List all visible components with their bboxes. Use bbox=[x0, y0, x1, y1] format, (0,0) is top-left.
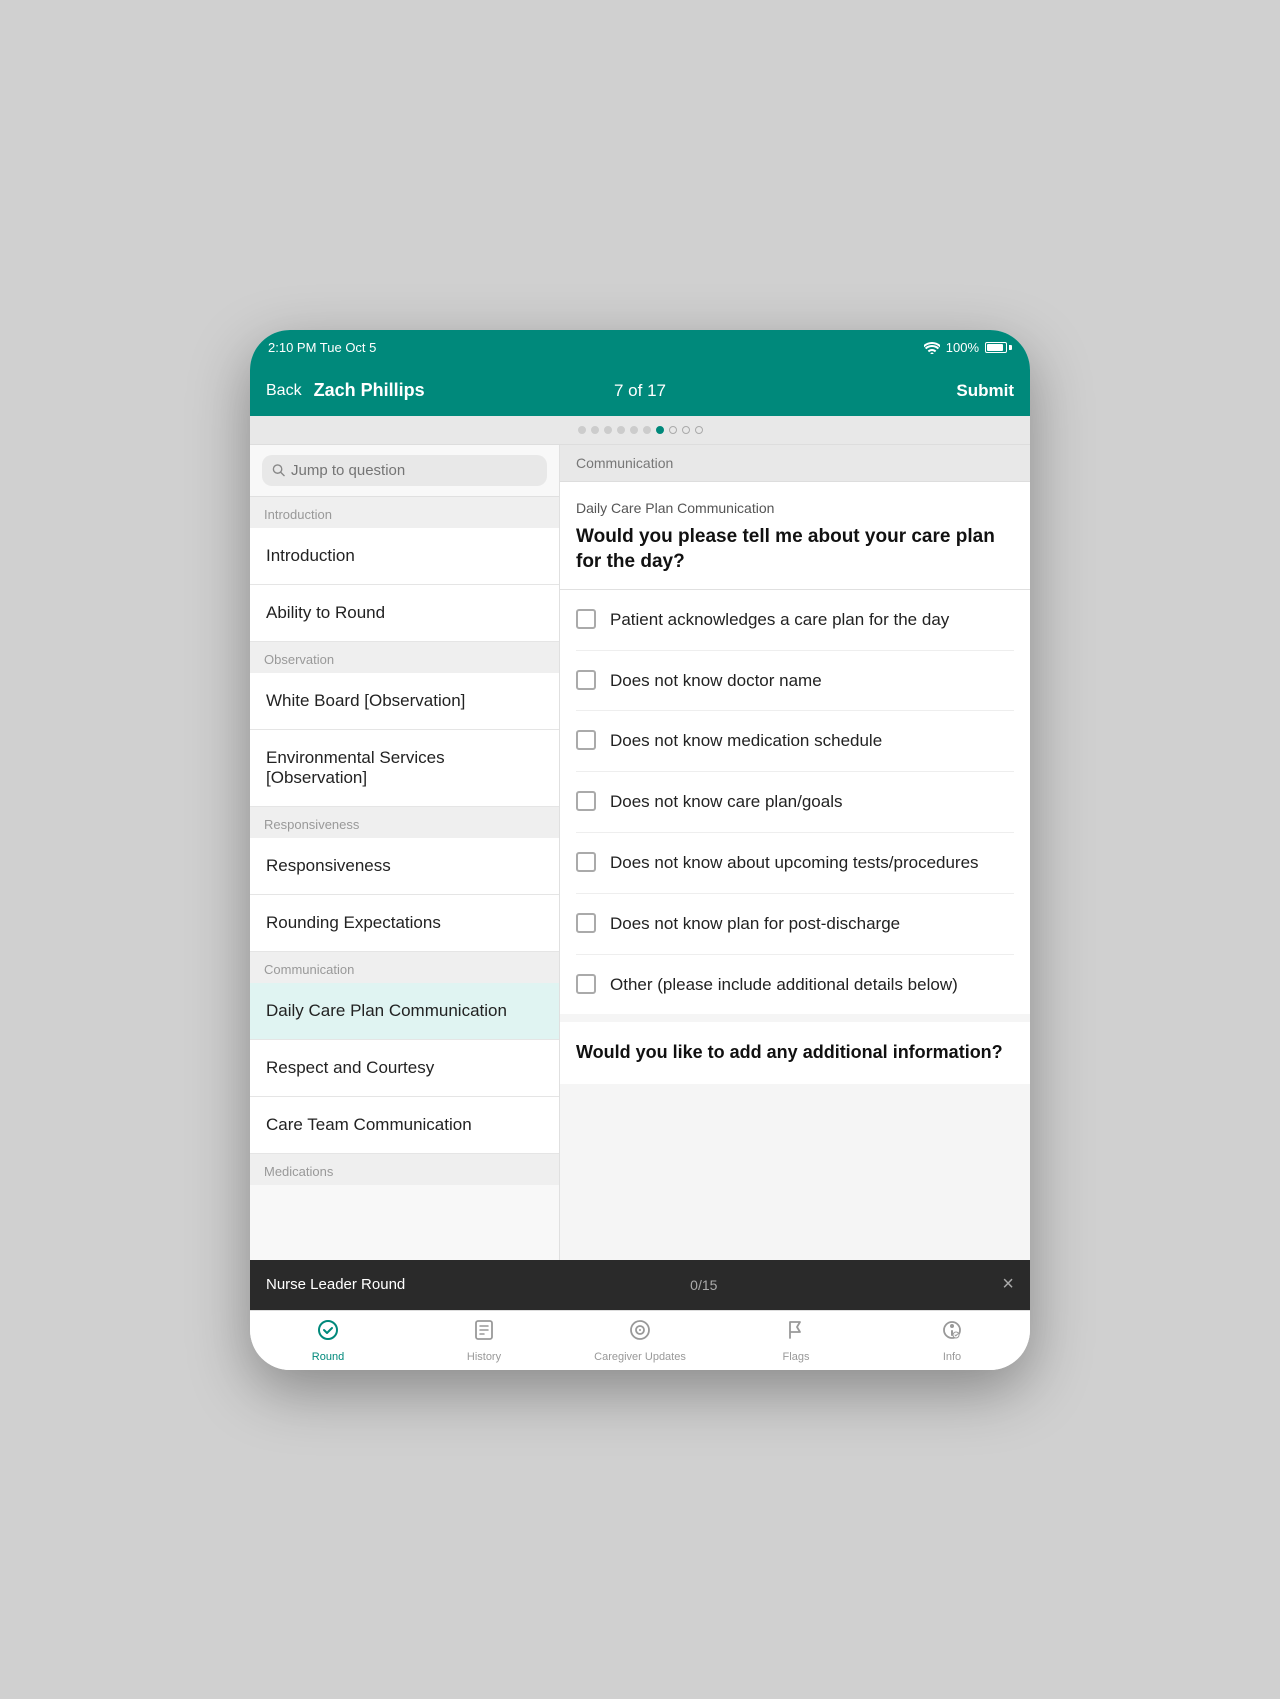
additional-title: Would you like to add any additional inf… bbox=[576, 1040, 1014, 1065]
dot-9 bbox=[682, 426, 690, 434]
dot-6 bbox=[643, 426, 651, 434]
status-bar: 2:10 PM Tue Oct 5 100% bbox=[250, 330, 1030, 366]
battery-icon bbox=[985, 342, 1012, 353]
right-panel: Communication Daily Care Plan Communicat… bbox=[560, 445, 1030, 1260]
tab-history[interactable]: History bbox=[406, 1311, 562, 1370]
bottom-bar: Nurse Leader Round 0/15 × bbox=[250, 1260, 1030, 1310]
history-icon bbox=[472, 1318, 496, 1348]
section-observation: Observation bbox=[250, 642, 559, 673]
additional-section: Would you like to add any additional inf… bbox=[560, 1022, 1030, 1083]
search-bar bbox=[250, 445, 559, 497]
status-right: 100% bbox=[924, 340, 1012, 355]
options-list: Patient acknowledges a care plan for the… bbox=[560, 590, 1030, 1015]
dot-3 bbox=[604, 426, 612, 434]
tab-round-label: Round bbox=[312, 1351, 344, 1363]
dot-8 bbox=[669, 426, 677, 434]
tab-flags-label: Flags bbox=[783, 1351, 810, 1363]
round-icon bbox=[316, 1318, 340, 1348]
sidebar-item-responsiveness[interactable]: Responsiveness bbox=[250, 838, 559, 895]
checkbox-2[interactable] bbox=[576, 670, 596, 690]
dot-4 bbox=[617, 426, 625, 434]
checkbox-5[interactable] bbox=[576, 852, 596, 872]
option-7[interactable]: Other (please include additional details… bbox=[576, 955, 1014, 1015]
option-4[interactable]: Does not know care plan/goals bbox=[576, 772, 1014, 833]
sidebar-item-daily-care-plan[interactable]: Daily Care Plan Communication bbox=[250, 983, 559, 1040]
dot-2 bbox=[591, 426, 599, 434]
search-icon bbox=[272, 463, 285, 477]
back-button[interactable]: Back bbox=[266, 382, 302, 400]
dot-5 bbox=[630, 426, 638, 434]
checkbox-1[interactable] bbox=[576, 609, 596, 629]
sidebar-item-ability-to-round[interactable]: Ability to Round bbox=[250, 585, 559, 642]
sidebar-item-white-board[interactable]: White Board [Observation] bbox=[250, 673, 559, 730]
checkbox-6[interactable] bbox=[576, 913, 596, 933]
sidebar-item-environmental-services[interactable]: Environmental Services [Observation] bbox=[250, 730, 559, 807]
device-frame: 2:10 PM Tue Oct 5 100% Back Zach Phillip… bbox=[250, 330, 1030, 1370]
main-content: Introduction Introduction Ability to Rou… bbox=[250, 445, 1030, 1260]
search-input[interactable] bbox=[291, 462, 537, 479]
option-2[interactable]: Does not know doctor name bbox=[576, 651, 1014, 712]
tab-caregiver-updates[interactable]: Caregiver Updates bbox=[562, 1311, 718, 1370]
sidebar-item-care-team-communication[interactable]: Care Team Communication bbox=[250, 1097, 559, 1154]
status-time: 2:10 PM Tue Oct 5 bbox=[268, 340, 376, 355]
option-3[interactable]: Does not know medication schedule bbox=[576, 711, 1014, 772]
battery-percentage: 100% bbox=[946, 340, 979, 355]
dot-10 bbox=[695, 426, 703, 434]
option-label-4: Does not know care plan/goals bbox=[610, 790, 842, 814]
tab-flags[interactable]: Flags bbox=[718, 1311, 874, 1370]
tab-history-label: History bbox=[467, 1351, 501, 1363]
sidebar-item-respect-courtesy[interactable]: Respect and Courtesy bbox=[250, 1040, 559, 1097]
progress-indicator: 7 of 17 bbox=[614, 381, 666, 401]
question-block: Daily Care Plan Communication Would you … bbox=[560, 482, 1030, 590]
round-count: 0/15 bbox=[690, 1277, 717, 1293]
option-label-3: Does not know medication schedule bbox=[610, 729, 882, 753]
round-label: Nurse Leader Round bbox=[266, 1276, 405, 1293]
checkbox-4[interactable] bbox=[576, 791, 596, 811]
question-category: Daily Care Plan Communication bbox=[576, 500, 1014, 516]
tab-caregiver-label: Caregiver Updates bbox=[594, 1351, 686, 1363]
caregiver-icon bbox=[628, 1318, 652, 1348]
wifi-icon bbox=[924, 342, 940, 354]
option-label-7: Other (please include additional details… bbox=[610, 973, 958, 997]
flags-icon bbox=[784, 1318, 808, 1348]
nav-bar: Back Zach Phillips 7 of 17 Submit bbox=[250, 366, 1030, 416]
tab-info[interactable]: Info bbox=[874, 1311, 1030, 1370]
tab-round[interactable]: Round bbox=[250, 1311, 406, 1370]
option-label-5: Does not know about upcoming tests/proce… bbox=[610, 851, 979, 875]
section-introduction: Introduction bbox=[250, 497, 559, 528]
dot-7 bbox=[656, 426, 664, 434]
option-5[interactable]: Does not know about upcoming tests/proce… bbox=[576, 833, 1014, 894]
section-communication: Communication bbox=[250, 952, 559, 983]
option-label-6: Does not know plan for post-discharge bbox=[610, 912, 900, 936]
tab-info-label: Info bbox=[943, 1351, 961, 1363]
search-wrapper[interactable] bbox=[262, 455, 547, 486]
sidebar: Introduction Introduction Ability to Rou… bbox=[250, 445, 560, 1260]
sidebar-item-introduction[interactable]: Introduction bbox=[250, 528, 559, 585]
close-button[interactable]: × bbox=[1002, 1273, 1014, 1296]
checkbox-3[interactable] bbox=[576, 730, 596, 750]
submit-button[interactable]: Submit bbox=[956, 381, 1014, 401]
option-label-1: Patient acknowledges a care plan for the… bbox=[610, 608, 949, 632]
option-1[interactable]: Patient acknowledges a care plan for the… bbox=[576, 590, 1014, 651]
option-6[interactable]: Does not know plan for post-discharge bbox=[576, 894, 1014, 955]
info-icon bbox=[940, 1318, 964, 1348]
dot-1 bbox=[578, 426, 586, 434]
question-title: Would you please tell me about your care… bbox=[576, 524, 1014, 575]
progress-dots bbox=[250, 416, 1030, 445]
section-label: Communication bbox=[560, 445, 1030, 482]
option-label-2: Does not know doctor name bbox=[610, 669, 822, 693]
section-responsiveness: Responsiveness bbox=[250, 807, 559, 838]
section-medications: Medications bbox=[250, 1154, 559, 1185]
tab-bar: Round History Caregiver Updates bbox=[250, 1310, 1030, 1370]
sidebar-item-rounding-expectations[interactable]: Rounding Expectations bbox=[250, 895, 559, 952]
checkbox-7[interactable] bbox=[576, 974, 596, 994]
